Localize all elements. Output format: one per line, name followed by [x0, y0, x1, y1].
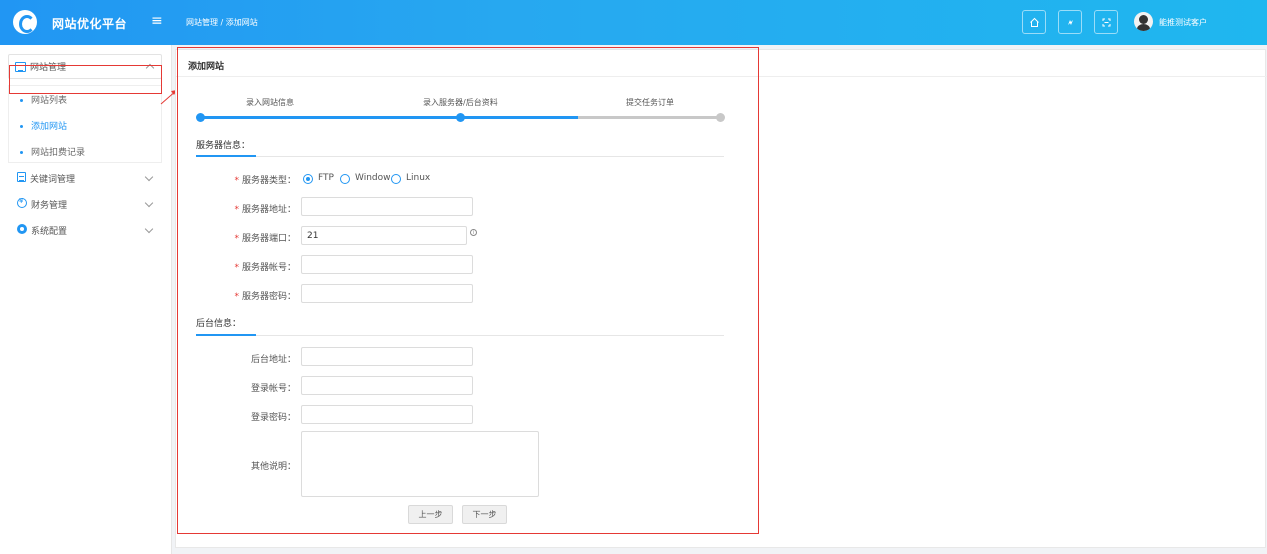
sidebar-item-keywords[interactable]: 关键词管理	[17, 172, 162, 186]
next-step-button[interactable]: 下一步	[462, 505, 507, 524]
sidebar-item-website-list[interactable]: 网站列表	[20, 93, 67, 106]
sidebar-item-settings[interactable]: 系统配置	[17, 224, 162, 238]
sidebar: 网站管理 网站列表 添加网站 网站扣费记录 关键词管理 财务管理 系统配置	[0, 45, 172, 554]
sidebar-item-billing-records[interactable]: 网站扣费记录	[20, 145, 85, 158]
server-port-input[interactable]	[301, 226, 467, 245]
notes-label: 其他说明：	[250, 462, 296, 472]
step-label-2: 录入服务器/后台资料	[423, 98, 498, 107]
gear-icon	[17, 224, 27, 234]
backend-section-title: 后台信息：	[196, 319, 242, 329]
info-icon[interactable]: i	[470, 229, 477, 236]
radio-ftp-label[interactable]: FTP	[318, 173, 334, 183]
bullet-icon	[20, 125, 23, 128]
menu-toggle-icon[interactable]: ≡	[151, 13, 163, 29]
doc-icon	[17, 172, 26, 182]
brand-title: 网站优化平台	[52, 17, 128, 31]
fullscreen-icon	[1102, 18, 1110, 26]
card-title: 添加网站	[188, 62, 225, 72]
bullet-icon	[20, 99, 23, 102]
refresh-button[interactable]	[1058, 10, 1082, 34]
step-label-3: 提交任务订单	[626, 98, 674, 107]
server-port-label: * 服务器端口：	[234, 234, 296, 244]
card-header: 添加网站	[176, 50, 1267, 77]
step-track-done	[200, 116, 578, 119]
chevron-down-icon	[144, 172, 154, 182]
radio-ftp[interactable]	[303, 174, 313, 184]
chevron-down-icon	[144, 198, 154, 208]
sidebar-item-add-website[interactable]: 添加网站	[20, 119, 67, 132]
logo-icon	[13, 10, 37, 34]
login-password-label: 登录密码：	[250, 413, 296, 423]
server-account-input[interactable]	[301, 255, 473, 274]
backend-address-input[interactable]	[301, 347, 473, 366]
sidebar-item-finance[interactable]: 财务管理	[17, 197, 162, 212]
server-section-title: 服务器信息：	[196, 141, 251, 151]
step-label-1: 录入网站信息	[246, 98, 294, 107]
server-section-accent	[196, 155, 256, 157]
annotation-highlight-box	[9, 65, 162, 94]
step-dot-2	[456, 113, 465, 122]
sidebar-item-label: 财务管理	[31, 201, 68, 211]
notes-textarea[interactable]	[301, 431, 539, 497]
bullet-icon	[20, 151, 23, 154]
refresh-icon	[1067, 19, 1073, 25]
breadcrumb: 网站管理 / 添加网站	[186, 18, 258, 27]
server-account-label: * 服务器帐号：	[234, 263, 296, 273]
top-header: 网站优化平台 ≡ 网站管理 / 添加网站 能推测试客户	[0, 0, 1267, 45]
server-address-label: * 服务器地址：	[234, 205, 296, 215]
username[interactable]: 能推测试客户	[1159, 17, 1207, 28]
sidebar-item-label: 网站列表	[31, 96, 68, 106]
radio-window[interactable]	[340, 174, 350, 184]
sidebar-item-label: 关键词管理	[30, 175, 76, 185]
radio-linux[interactable]	[391, 174, 401, 184]
radio-window-label[interactable]: Window	[355, 173, 391, 183]
step-track-pending	[578, 116, 720, 119]
money-icon	[17, 197, 27, 208]
server-section-divider	[196, 156, 724, 157]
step-dot-3	[716, 113, 725, 122]
home-button[interactable]	[1022, 10, 1046, 34]
login-account-label: 登录帐号：	[250, 384, 296, 394]
server-address-input[interactable]	[301, 197, 473, 216]
backend-section-divider	[196, 335, 724, 336]
backend-address-label: 后台地址：	[250, 355, 296, 365]
avatar[interactable]	[1134, 12, 1153, 31]
fullscreen-button[interactable]	[1094, 10, 1118, 34]
prev-step-button[interactable]: 上一步	[408, 505, 453, 524]
sidebar-item-label: 网站扣费记录	[31, 148, 86, 158]
backend-section-accent	[196, 334, 256, 336]
chevron-down-icon	[144, 224, 154, 234]
login-account-input[interactable]	[301, 376, 473, 395]
server-type-label: * 服务器类型：	[234, 176, 296, 186]
server-password-input[interactable]	[301, 284, 473, 303]
sidebar-item-label: 系统配置	[31, 227, 68, 237]
server-password-label: * 服务器密码：	[234, 292, 296, 302]
login-password-input[interactable]	[301, 405, 473, 424]
sidebar-item-label: 添加网站	[31, 122, 68, 132]
home-icon	[1029, 17, 1039, 27]
step-dot-1	[196, 113, 205, 122]
radio-linux-label[interactable]: Linux	[406, 173, 430, 183]
